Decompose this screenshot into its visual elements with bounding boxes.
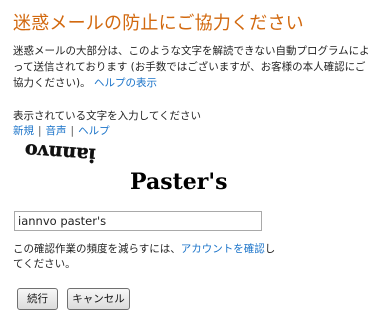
captcha-word-1: iannvo xyxy=(24,143,96,166)
link-separator: | xyxy=(38,125,42,137)
dialog-title: 迷惑メールの防止にご協力ください xyxy=(13,13,304,34)
new-captcha-link[interactable]: 新規 xyxy=(13,125,34,137)
intro-text: 迷惑メールの大部分は、このような文字を解読できない自動プログラムによって送信され… xyxy=(13,45,370,89)
captcha-prompt: 表示されている文字を入力してください xyxy=(13,110,202,122)
help-display-link[interactable]: ヘルプの表示 xyxy=(94,77,157,89)
freq-text-before: この確認作業の頻度を減らすには、 xyxy=(13,243,181,255)
account-verify-note: この確認作業の頻度を減らすには、アカウントを確認してください。 xyxy=(13,242,283,272)
captcha-answer-input[interactable]: iannvo paster's xyxy=(14,211,262,231)
audio-captcha-link[interactable]: 音声 xyxy=(46,125,67,137)
captcha-links: 新規 | 音声 | ヘルプ xyxy=(13,124,110,139)
verify-account-link[interactable]: アカウントを確認 xyxy=(181,243,265,255)
intro-paragraph: 迷惑メールの大部分は、このような文字を解読できない自動プログラムによって送信され… xyxy=(13,43,375,91)
captcha-image: iannvo Paster's xyxy=(14,143,250,200)
link-separator: | xyxy=(70,125,75,137)
continue-button[interactable]: 続行 xyxy=(17,288,58,310)
cancel-button[interactable]: キャンセル xyxy=(67,288,130,310)
captcha-help-link[interactable]: ヘルプ xyxy=(78,125,110,137)
captcha-word-2: Paster's xyxy=(130,169,227,195)
